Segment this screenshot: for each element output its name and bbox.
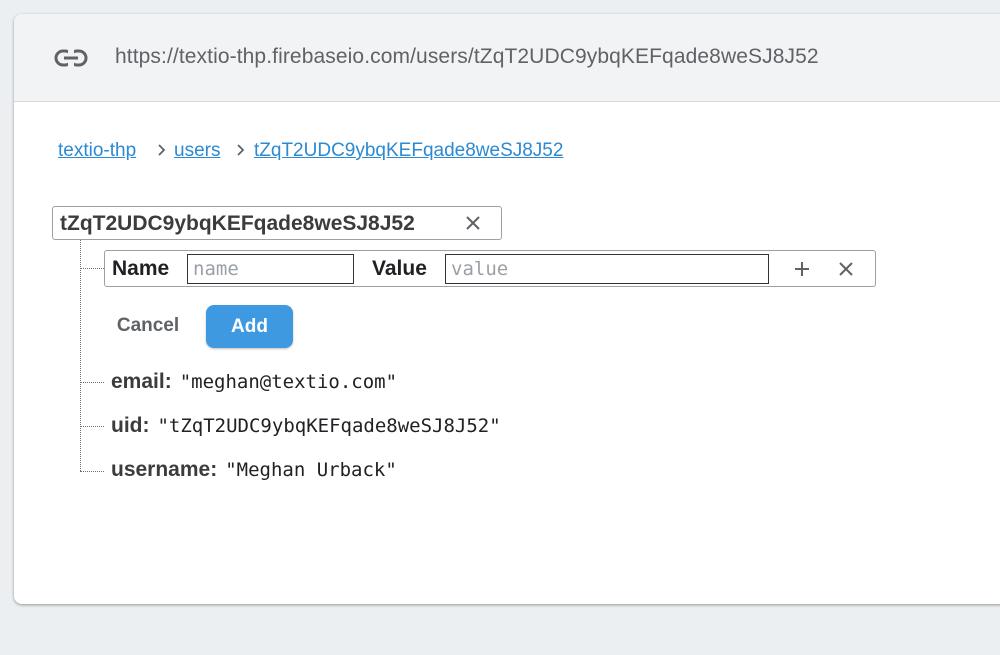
tree-connector [80, 240, 81, 471]
tree-branch [80, 382, 104, 383]
name-input[interactable] [187, 254, 354, 284]
plus-icon[interactable] [793, 260, 811, 278]
cancel-button[interactable]: Cancel [104, 310, 192, 342]
breadcrumb-item-users[interactable]: users [174, 140, 220, 162]
close-icon[interactable] [837, 260, 855, 278]
root-node[interactable]: tZqT2UDC9ybqKEFqade8weSJ8J52 [52, 206, 502, 240]
child-value[interactable]: "meghan@textio.com" [180, 371, 397, 393]
child-key: email: [111, 370, 172, 393]
url-bar: https://textio-thp.firebaseio.com/users/… [14, 14, 1000, 102]
child-key: username: [111, 458, 218, 481]
child-node-username[interactable]: username: "Meghan Urback" [111, 458, 397, 482]
breadcrumb-item-user-id[interactable]: tZqT2UDC9ybqKEFqade8weSJ8J52 [254, 140, 563, 162]
database-url[interactable]: https://textio-thp.firebaseio.com/users/… [115, 45, 819, 69]
add-button[interactable]: Add [206, 305, 293, 348]
value-input[interactable] [445, 254, 769, 284]
database-card: https://textio-thp.firebaseio.com/users/… [14, 14, 1000, 604]
tree-branch [80, 426, 104, 427]
close-icon[interactable] [464, 214, 482, 232]
child-value[interactable]: "Meghan Urback" [225, 459, 397, 481]
link-icon [54, 47, 88, 69]
chevron-right-icon [236, 142, 246, 158]
root-node-key: tZqT2UDC9ybqKEFqade8weSJ8J52 [60, 212, 415, 235]
child-node-uid[interactable]: uid: "tZqT2UDC9ybqKEFqade8weSJ8J52" [111, 414, 501, 438]
tree-branch [80, 471, 104, 472]
breadcrumb-item-project[interactable]: textio-thp [58, 140, 136, 162]
tree-branch [80, 268, 104, 269]
child-value[interactable]: "tZqT2UDC9ybqKEFqade8weSJ8J52" [157, 415, 500, 437]
child-key: uid: [111, 414, 150, 437]
add-child-row: Name Value [104, 250, 876, 287]
value-label: Value [372, 257, 427, 280]
name-label: Name [112, 257, 170, 280]
child-node-email[interactable]: email: "meghan@textio.com" [111, 370, 397, 394]
chevron-right-icon [157, 142, 167, 158]
